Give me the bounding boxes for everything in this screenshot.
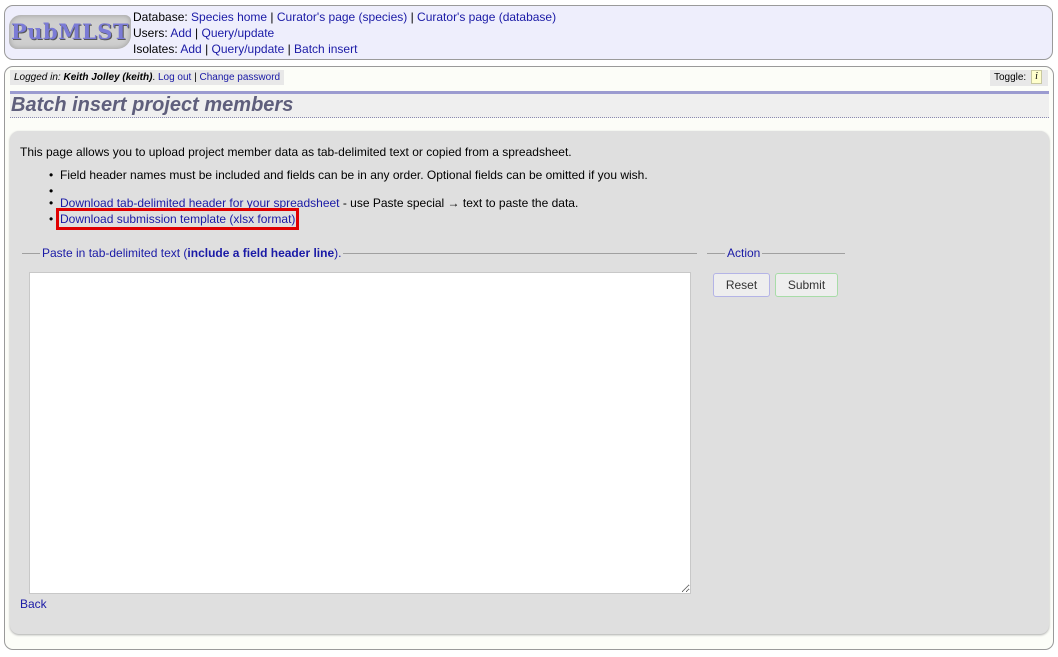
paste-fieldset: Paste in tab-delimited text (include a f…	[22, 246, 697, 657]
back-link[interactable]: Back	[20, 597, 47, 611]
pubmlst-logo[interactable]: PubMLST	[9, 15, 131, 49]
link-curators-page-database[interactable]: Curator's page (database)	[417, 10, 556, 24]
login-prefix: Logged in:	[14, 72, 61, 83]
link-users-query-update[interactable]: Query/update	[202, 26, 275, 40]
field-note-text: Field header names must be included and …	[60, 168, 648, 182]
logout-link[interactable]: Log out	[158, 72, 191, 83]
login-user: Keith Jolley (keith)	[63, 72, 153, 83]
list-spacer	[35, 183, 648, 199]
list-item-field-note: Field header names must be included and …	[35, 167, 648, 183]
login-bar: Logged in: Keith Jolley (keith). Log out…	[10, 70, 285, 85]
paste-legend-bold: include a field header line	[187, 246, 335, 260]
download-header-suffix: - use Paste special → text to paste the …	[339, 196, 579, 210]
download-header-link[interactable]: Download tab-delimited header for your s…	[60, 196, 340, 210]
link-isolates-add[interactable]: Add	[180, 42, 201, 56]
paste-textarea[interactable]	[29, 272, 691, 594]
logo-text: PubMLST	[10, 19, 130, 44]
link-species-home[interactable]: Species home	[191, 10, 267, 24]
toggle-label: Toggle:	[993, 72, 1027, 83]
site-header: PubMLST Database: Species home | Curator…	[4, 5, 1053, 60]
nav-label-isolates: Isolates:	[133, 42, 178, 56]
submit-button[interactable]: Submit	[775, 273, 838, 297]
list-item-download-header: Download tab-delimited header for your s…	[35, 195, 648, 211]
toggle-bar: Toggle: i	[989, 70, 1048, 86]
download-template-link[interactable]: Download submission template (xlsx forma…	[55, 208, 300, 230]
change-password-link[interactable]: Change password	[200, 72, 281, 83]
instruction-list: Field header names must be included and …	[35, 167, 648, 230]
list-item-download-template: Download submission template (xlsx forma…	[35, 208, 648, 230]
nav-label-database: Database:	[133, 10, 188, 24]
nav-row-users: Users: Add | Query/update	[133, 26, 275, 40]
info-icon[interactable]: i	[1031, 70, 1042, 85]
nav-row-database: Database: Species home | Curator's page …	[133, 10, 557, 24]
content-box: This page allows you to upload project m…	[10, 131, 1049, 634]
paste-legend-prefix: Paste in tab-delimited text (	[42, 246, 188, 260]
nav-label-users: Users:	[133, 26, 168, 40]
curator-nav: Database: Species home | Curator's page …	[133, 9, 556, 57]
link-curators-page-species[interactable]: Curator's page (species)	[277, 10, 407, 24]
paste-legend: Paste in tab-delimited text (include a f…	[40, 246, 343, 260]
action-legend: Action	[727, 246, 761, 260]
link-isolates-query-update[interactable]: Query/update	[212, 42, 285, 56]
action-fieldset: Action Reset Submit	[707, 246, 845, 307]
page-title: Batch insert project members	[11, 94, 294, 116]
intro-text: This page allows you to upload project m…	[20, 145, 572, 159]
reset-button[interactable]: Reset	[713, 273, 770, 297]
main-panel: Logged in: Keith Jolley (keith). Log out…	[4, 66, 1054, 650]
nav-row-isolates: Isolates: Add | Query/update | Batch ins…	[133, 42, 358, 56]
link-isolates-batch-insert[interactable]: Batch insert	[294, 42, 357, 56]
paste-legend-suffix: ).	[334, 246, 342, 260]
link-users-add[interactable]: Add	[170, 26, 191, 40]
title-bar: Batch insert project members	[10, 91, 1049, 118]
